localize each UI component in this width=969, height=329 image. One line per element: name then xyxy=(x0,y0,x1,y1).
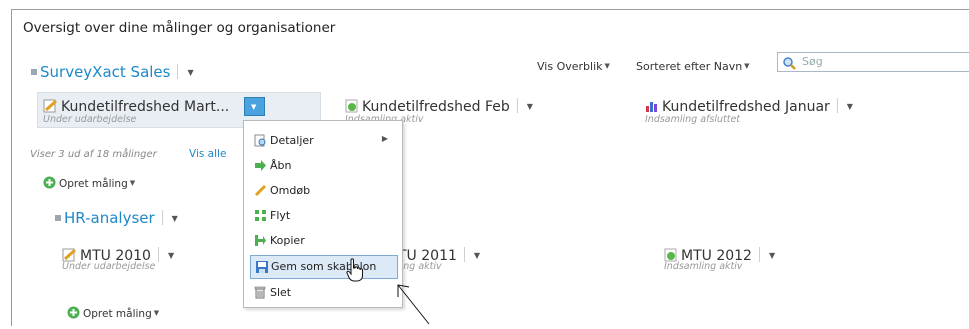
create-measurement-label: Opret måling xyxy=(83,308,152,320)
sort-caret-icon: ▼ xyxy=(744,62,750,70)
measurement-dropdown-icon[interactable]: ▼ xyxy=(769,251,775,260)
measurement-dropdown-button[interactable]: ▼ xyxy=(244,97,265,116)
submenu-arrow-icon: ▶ xyxy=(381,134,388,143)
menu-item-label: Detaljer xyxy=(270,134,314,147)
measurement-dropdown-icon[interactable]: ▼ xyxy=(847,102,853,111)
measurement-status: ling aktiv xyxy=(398,261,442,272)
trash-icon xyxy=(254,286,266,302)
menu-item-label: Omdøb xyxy=(270,184,311,197)
suborg-bullet-icon xyxy=(55,215,61,221)
menu-item-move[interactable]: Flyt xyxy=(254,205,394,227)
menu-item-label: Åbn xyxy=(270,159,292,172)
view-overview-label: Vis Overblik xyxy=(537,60,603,73)
org-dropdown-icon[interactable]: ▼ xyxy=(187,68,193,77)
plus-icon xyxy=(43,176,56,192)
org-header: SurveyXact Sales ▼ xyxy=(31,62,194,81)
view-overview-menu[interactable]: Vis Overblik ▼ xyxy=(537,60,610,73)
create-measurement-label: Opret måling xyxy=(59,178,128,190)
page-heading: Oversigt over dine målinger og organisat… xyxy=(23,20,336,36)
measurement-dropdown-icon[interactable]: ▼ xyxy=(474,251,480,260)
annotation-arrow xyxy=(396,283,432,329)
measurement-dropdown-icon[interactable]: ▼ xyxy=(527,102,533,111)
copy-arrow-icon xyxy=(254,234,267,250)
measurement-status: Indsamling aktiv xyxy=(664,261,743,272)
sort-menu[interactable]: Sorteret efter Navn ▼ xyxy=(636,60,750,73)
create-measurement-button[interactable]: Opret måling ▼ xyxy=(67,306,159,322)
search-input[interactable]: Søg xyxy=(802,55,823,68)
move-icon xyxy=(254,209,267,225)
menu-item-save-template[interactable]: Gem som skabelon xyxy=(250,255,398,279)
context-menu: Detaljer ▶ Åbn Omdøb Flyt Kopier Gem som… xyxy=(243,120,403,308)
hand-cursor-icon xyxy=(346,258,364,286)
plus-icon xyxy=(67,306,80,322)
measurement-title[interactable]: Kundetilfredshed Feb xyxy=(362,99,510,115)
measurement-status: Under udarbejdelse xyxy=(43,114,137,125)
search-icon xyxy=(782,55,796,74)
measurement-dropdown-icon[interactable]: ▼ xyxy=(168,251,174,260)
menu-item-details[interactable]: Detaljer ▶ xyxy=(254,130,394,152)
create-measurement-button[interactable]: Opret måling ▼ xyxy=(43,176,135,192)
view-caret-icon: ▼ xyxy=(604,62,610,70)
menu-item-copy[interactable]: Kopier xyxy=(254,230,394,252)
measurement-title[interactable]: Kundetilfredshed Mart... xyxy=(61,99,229,115)
sort-label: Sorteret efter Navn xyxy=(636,60,743,73)
measurement-status: Indsamling afsluttet xyxy=(645,114,741,125)
details-icon xyxy=(254,134,267,150)
menu-item-label: Kopier xyxy=(270,234,305,247)
menu-item-label: Flyt xyxy=(270,209,291,222)
org-name-link[interactable]: SurveyXact Sales xyxy=(40,63,170,81)
open-arrow-icon xyxy=(254,159,267,175)
show-all-link[interactable]: Vis alle xyxy=(189,148,226,160)
menu-item-label: Slet xyxy=(270,286,292,299)
save-template-icon xyxy=(255,260,269,277)
org-bullet-icon xyxy=(31,69,37,75)
create-caret-icon: ▼ xyxy=(153,309,160,317)
menu-item-rename[interactable]: Omdøb xyxy=(254,180,394,202)
measurement-count-text: Viser 3 ud af 18 målinger xyxy=(30,149,157,160)
menu-item-open[interactable]: Åbn xyxy=(254,155,394,177)
measurement-status: Under udarbejdelse xyxy=(62,261,156,272)
pencil-icon xyxy=(254,184,267,200)
suborg-name-link[interactable]: HR-analyser xyxy=(64,209,155,227)
measurement-title[interactable]: Kundetilfredshed Januar xyxy=(662,99,830,115)
search-box[interactable]: Søg xyxy=(777,52,969,72)
suborg-header: HR-analyser ▼ xyxy=(55,208,178,227)
create-caret-icon: ▼ xyxy=(129,179,136,187)
menu-item-delete[interactable]: Slet xyxy=(254,282,394,304)
suborg-dropdown-icon[interactable]: ▼ xyxy=(172,214,178,223)
